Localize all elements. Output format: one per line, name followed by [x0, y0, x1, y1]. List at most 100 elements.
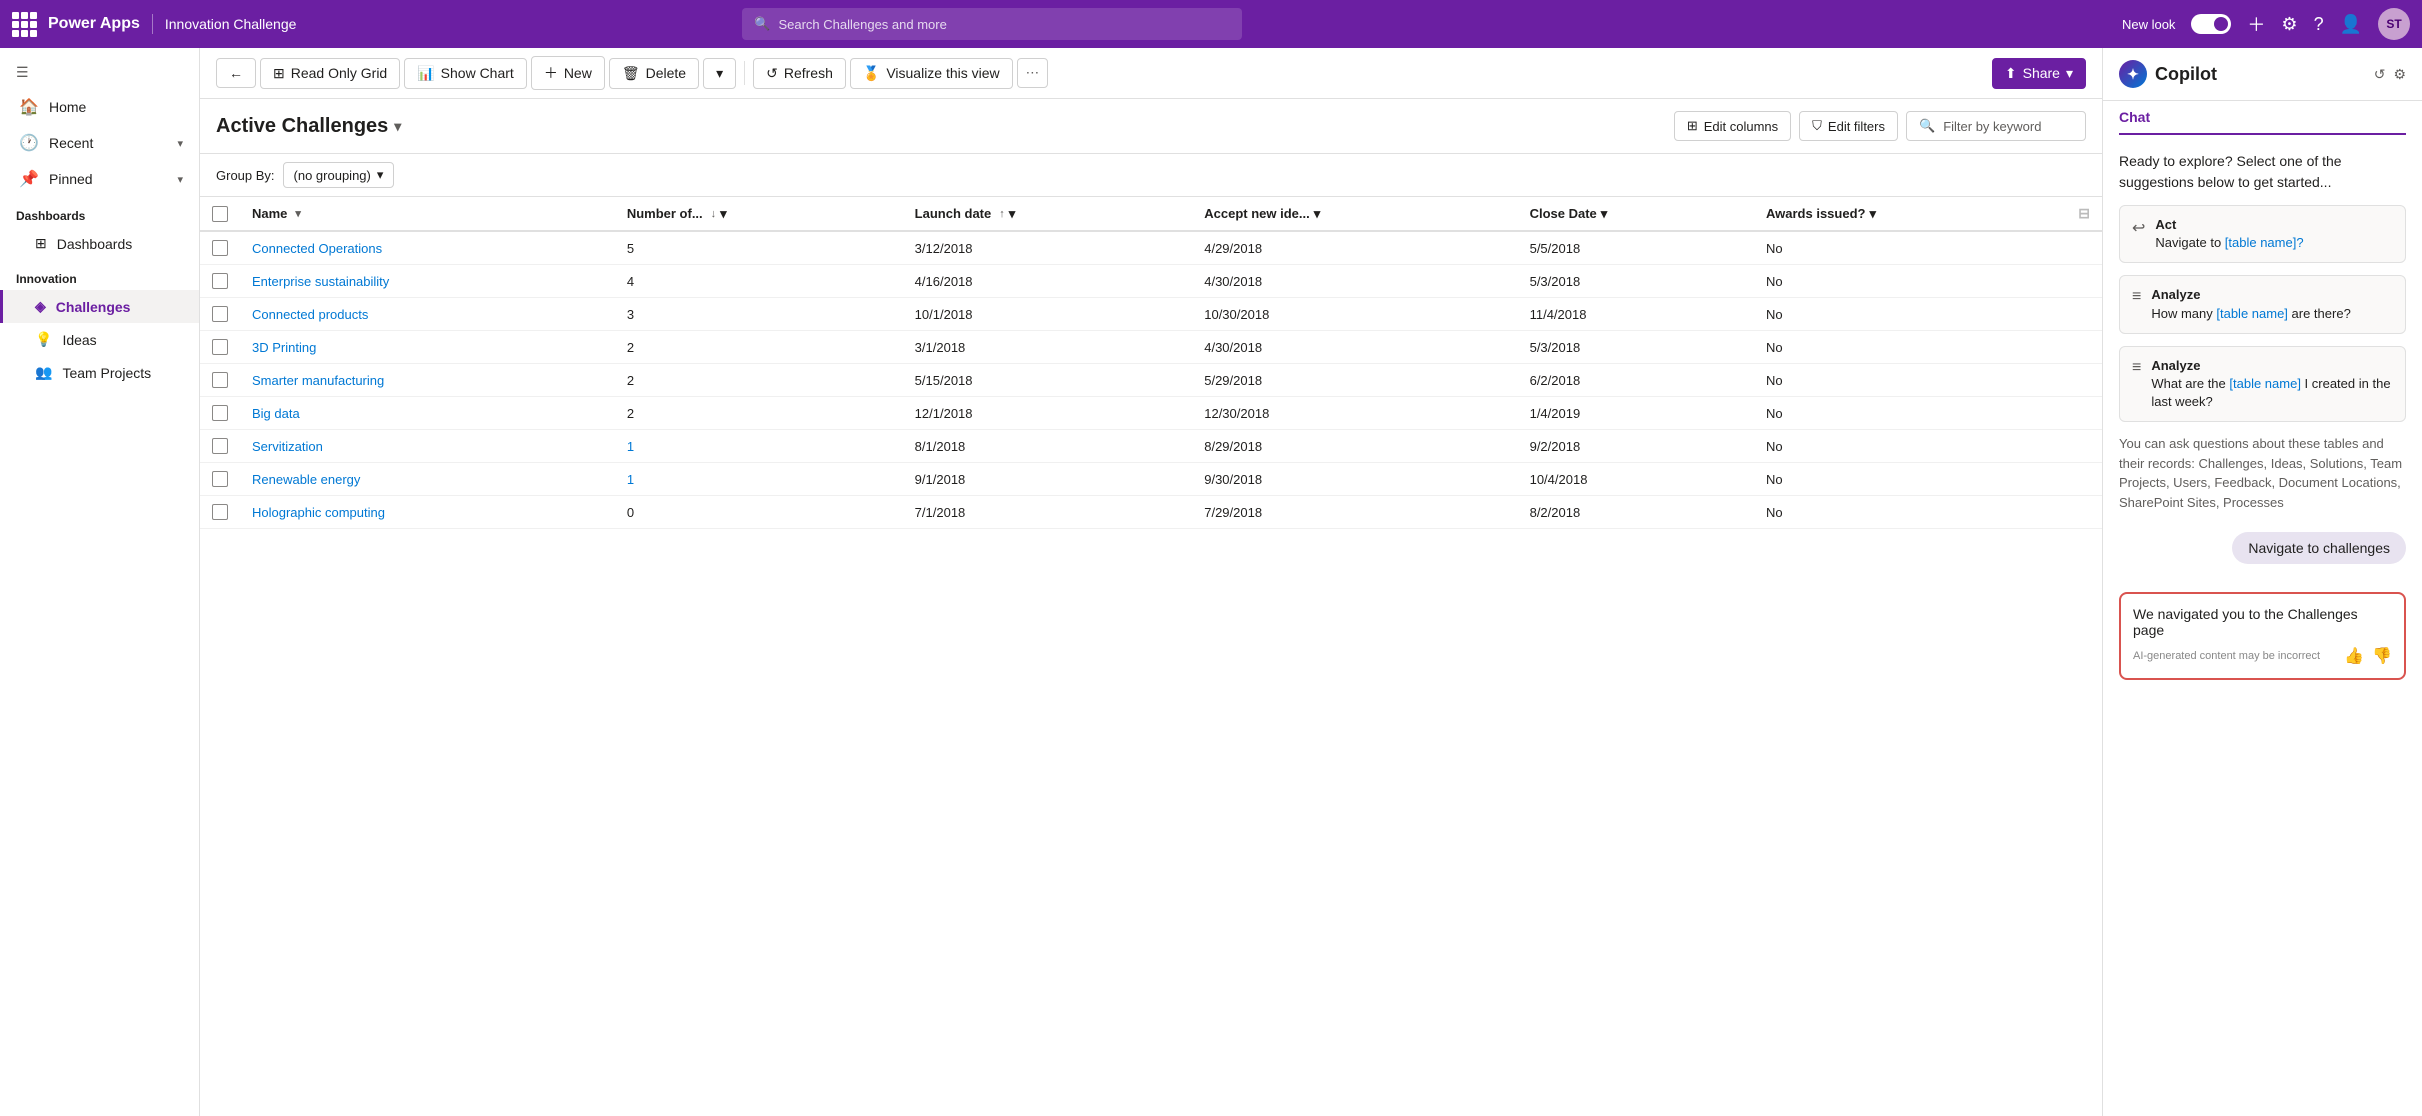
row-checkbox-cell — [200, 496, 240, 529]
show-chart-button[interactable]: 📊 Show Chart — [404, 58, 527, 89]
keyword-filter[interactable]: 🔍 Filter by keyword — [1906, 111, 2086, 141]
account-icon[interactable]: 👤 — [2340, 14, 2362, 35]
col-header-number[interactable]: Number of... ↓ ▾ — [615, 197, 903, 231]
row-checkbox[interactable] — [212, 438, 228, 454]
row-checkbox[interactable] — [212, 240, 228, 256]
delete-button[interactable]: 🗑 Delete — [609, 58, 699, 89]
sidebar-item-challenges[interactable]: ◈ Challenges — [0, 290, 199, 323]
visualize-button[interactable]: 🏅 Visualize this view — [850, 58, 1013, 89]
row-name[interactable]: Smarter manufacturing — [240, 364, 615, 397]
sidebar-item-ideas[interactable]: 💡 Ideas — [0, 323, 199, 356]
table-row: Smarter manufacturing 2 5/15/2018 5/29/2… — [200, 364, 2102, 397]
row-checkbox[interactable] — [212, 471, 228, 487]
help-icon[interactable]: ? — [2314, 14, 2324, 35]
sidebar-item-home[interactable]: 🏠 Home — [0, 89, 199, 125]
row-close-date: 6/2/2018 — [1518, 364, 1754, 397]
col-header-name[interactable]: Name ▾ — [240, 197, 615, 231]
row-accept-date: 4/29/2018 — [1192, 231, 1517, 265]
table-row: Servitization 1 8/1/2018 8/29/2018 9/2/2… — [200, 430, 2102, 463]
waffle-icon[interactable] — [12, 12, 36, 36]
back-button[interactable]: ← — [216, 58, 256, 88]
col-header-launch[interactable]: Launch date ↑ ▾ — [903, 197, 1193, 231]
sidebar-item-teamprojects[interactable]: 👥 Team Projects — [0, 356, 199, 389]
sidebar-teamprojects-label: Team Projects — [62, 365, 151, 381]
global-search[interactable]: 🔍 Search Challenges and more — [742, 8, 1242, 40]
new-look-toggle[interactable] — [2191, 14, 2231, 34]
row-name[interactable]: Enterprise sustainability — [240, 265, 615, 298]
share-button[interactable]: ⬆ Share ▾ — [1992, 58, 2086, 89]
row-checkbox[interactable] — [212, 504, 228, 520]
row-name[interactable]: Big data — [240, 397, 615, 430]
row-name[interactable]: Connected products — [240, 298, 615, 331]
read-only-grid-button[interactable]: ⊞ Read Only Grid — [260, 58, 400, 89]
select-all-checkbox[interactable] — [212, 206, 228, 222]
number-value: 2 — [627, 340, 634, 355]
col-header-awards[interactable]: Awards issued? ▾ ⊟ — [1754, 197, 2102, 231]
copilot-body: Ready to explore? Select one of the sugg… — [2103, 135, 2422, 1116]
edit-filters-button[interactable]: ⛉ Edit filters — [1799, 111, 1898, 141]
row-checkbox[interactable] — [212, 306, 228, 322]
copilot-suggestion-analyze2[interactable]: ≡ Analyze What are the [table name] I cr… — [2119, 346, 2406, 423]
col-header-accept[interactable]: Accept new ide... ▾ — [1192, 197, 1517, 231]
number-link[interactable]: 1 — [627, 439, 634, 454]
act-icon: ↩ — [2132, 218, 2145, 238]
row-close-date: 5/3/2018 — [1518, 265, 1754, 298]
row-name[interactable]: Connected Operations — [240, 231, 615, 265]
table-row: Big data 2 12/1/2018 12/30/2018 1/4/2019… — [200, 397, 2102, 430]
group-by-chevron: ▾ — [377, 167, 384, 183]
row-launch-date: 10/1/2018 — [903, 298, 1193, 331]
copilot-settings-icon[interactable]: ⚙ — [2393, 66, 2406, 83]
team-projects-icon: 👥 — [35, 364, 52, 381]
row-checkbox[interactable] — [212, 372, 228, 388]
copilot-suggestion-analyze1[interactable]: ≡ Analyze How many [table name] are ther… — [2119, 275, 2406, 333]
copilot-suggestion-act[interactable]: ↩ Act Navigate to [table name]? — [2119, 205, 2406, 263]
row-number: 1 — [615, 430, 903, 463]
freeze-icon: ⊟ — [2078, 205, 2090, 222]
settings-icon[interactable]: ⚙ — [2281, 14, 2297, 35]
dashboards-section: Dashboards — [0, 197, 199, 227]
row-close-date: 9/2/2018 — [1518, 430, 1754, 463]
row-checkbox[interactable] — [212, 405, 228, 421]
row-name[interactable]: Renewable energy — [240, 463, 615, 496]
row-name[interactable]: 3D Printing — [240, 331, 615, 364]
number-value: 4 — [627, 274, 634, 289]
sidebar-item-pinned[interactable]: 📌 Pinned ▾ — [0, 161, 199, 197]
row-name[interactable]: Holographic computing — [240, 496, 615, 529]
group-by-select[interactable]: (no grouping) ▾ — [283, 162, 395, 188]
edit-columns-button[interactable]: ⊞ Edit columns — [1674, 111, 1791, 141]
number-link[interactable]: 1 — [627, 472, 634, 487]
sidebar-toggle[interactable]: ☰ — [0, 56, 199, 89]
view-title-chevron[interactable]: ▾ — [394, 118, 401, 135]
more-actions-button[interactable]: ⋯ — [1017, 58, 1048, 88]
share-chevron-icon: ▾ — [2066, 65, 2073, 82]
sidebar-item-recent[interactable]: 🕐 Recent ▾ — [0, 125, 199, 161]
row-awards: No — [1754, 298, 2102, 331]
thumbs-down-button[interactable]: 👎 — [2372, 646, 2392, 666]
recent-icon: 🕐 — [19, 133, 39, 153]
row-launch-date: 8/1/2018 — [903, 430, 1193, 463]
row-close-date: 11/4/2018 — [1518, 298, 1754, 331]
copilot-refresh-icon[interactable]: ↺ — [2374, 66, 2386, 83]
avatar[interactable]: ST — [2378, 8, 2410, 40]
sidebar-item-dashboards[interactable]: ⊞ Dashboards — [0, 227, 199, 260]
row-checkbox[interactable] — [212, 273, 228, 289]
copilot-logo: ✦ — [2119, 60, 2147, 88]
row-name[interactable]: Servitization — [240, 430, 615, 463]
copilot-chat-tab[interactable]: Chat — [2119, 101, 2406, 135]
table-row: Holographic computing 0 7/1/2018 7/29/20… — [200, 496, 2102, 529]
number-value: 5 — [627, 241, 634, 256]
dashboards-icon: ⊞ — [35, 235, 47, 252]
add-icon[interactable]: ＋ — [2247, 11, 2265, 37]
refresh-button[interactable]: ↺ Refresh — [753, 58, 846, 89]
thumbs-up-button[interactable]: 👍 — [2344, 646, 2364, 666]
row-awards: No — [1754, 397, 2102, 430]
col-header-close[interactable]: Close Date ▾ — [1518, 197, 1754, 231]
new-button[interactable]: ＋ New — [531, 56, 605, 90]
copilot-title: Copilot — [2155, 64, 2217, 85]
row-checkbox[interactable] — [212, 339, 228, 355]
row-close-date: 5/5/2018 — [1518, 231, 1754, 265]
table-row: 3D Printing 2 3/1/2018 4/30/2018 5/3/201… — [200, 331, 2102, 364]
delete-dropdown[interactable]: ▾ — [703, 58, 736, 89]
search-icon: 🔍 — [754, 16, 770, 32]
select-all-header[interactable] — [200, 197, 240, 231]
